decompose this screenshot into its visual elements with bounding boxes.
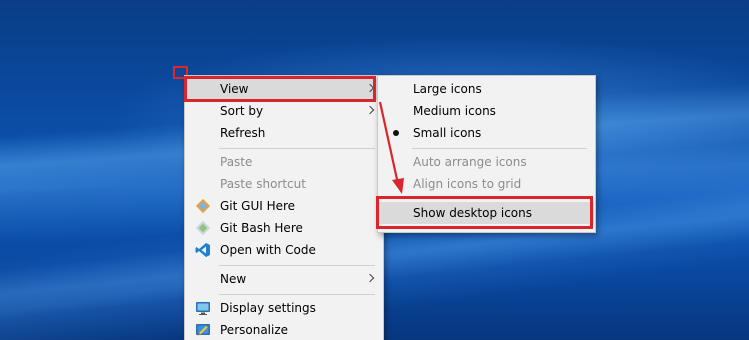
annotation-arrow <box>378 101 404 194</box>
desktop-background[interactable]: View Sort by Refresh Paste Paste shortcu… <box>0 0 749 340</box>
